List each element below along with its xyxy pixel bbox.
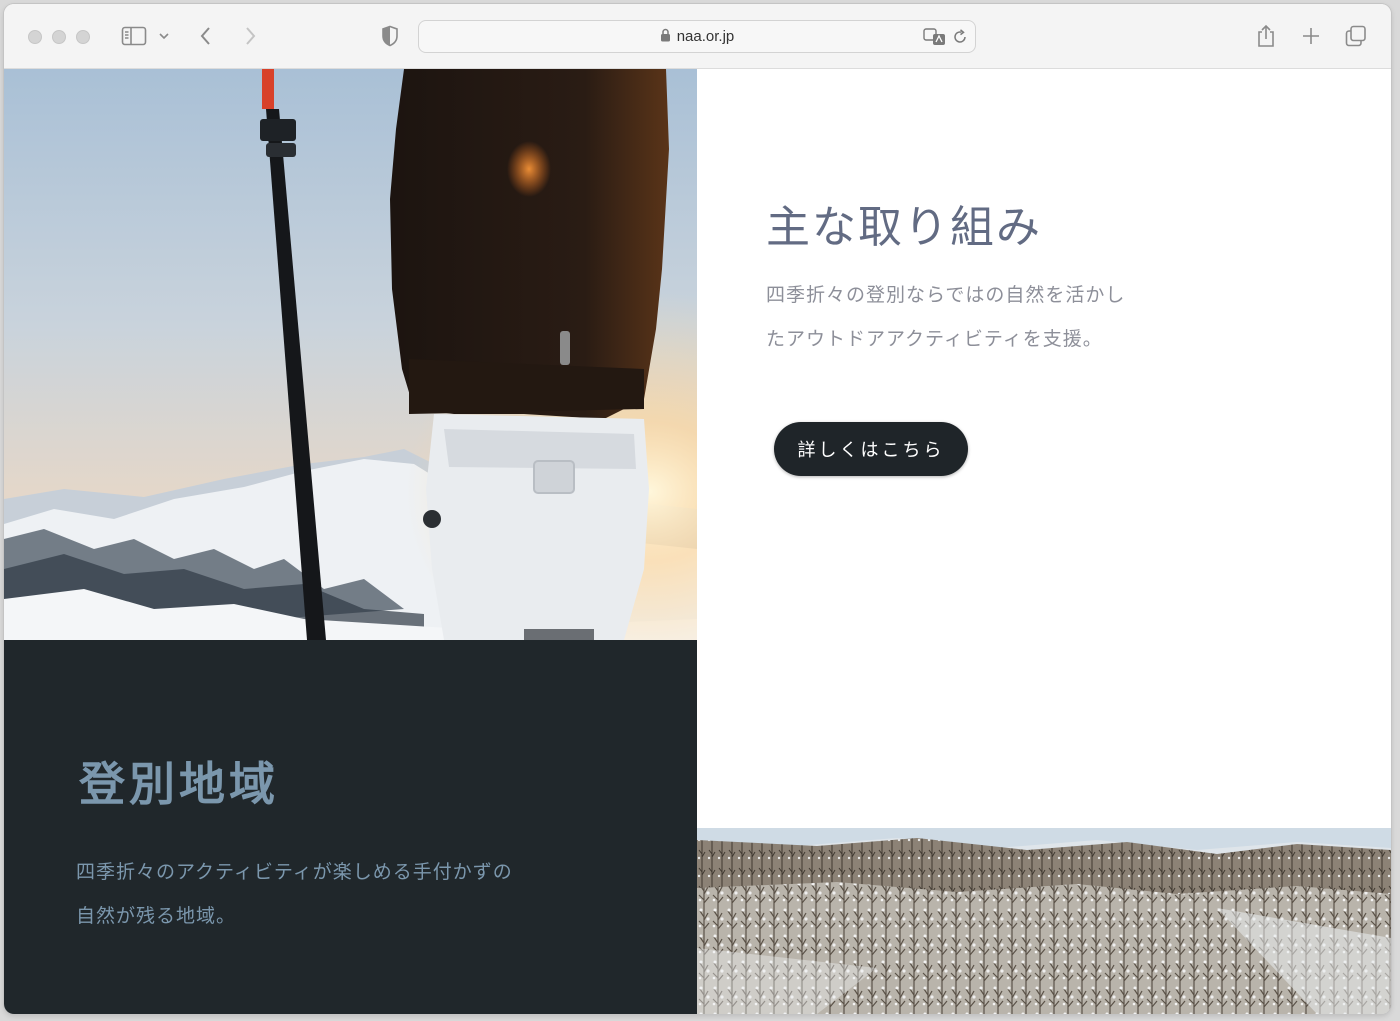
initiatives-title: 主な取り組み (766, 202, 1042, 253)
browser-toolbar: naa.or.jp (4, 4, 1391, 69)
region-desc-line1: 四季折々のアクティビティが楽しめる手付かずの (76, 861, 513, 883)
region-title: 登別地域 (79, 757, 279, 811)
plus-icon[interactable] (1299, 24, 1323, 48)
learn-more-button[interactable]: 詳しくはこちら (774, 422, 968, 476)
hero-hiker-image (4, 69, 697, 640)
url-text: naa.or.jp (676, 28, 735, 45)
lock-icon (660, 27, 671, 46)
tabs-overview-icon[interactable] (1344, 24, 1368, 48)
chevron-down-icon[interactable] (156, 28, 172, 44)
initiatives-desc-line2: たアウトドアアクティビティを支援。 (766, 328, 1103, 350)
reload-icon[interactable] (950, 27, 970, 47)
share-icon[interactable] (1254, 22, 1278, 50)
browser-window: naa.or.jp 主な取り組み 四季折々の登別ならではの自然を活かし たアウト… (4, 4, 1391, 1014)
region-description: 四季折々のアクティビティが楽しめる手付かずの 自然が残る地域。 (76, 850, 636, 938)
initiatives-description: 四季折々の登別ならではの自然を活かし たアウトドアアクティビティを支援。 (766, 273, 1286, 361)
shield-icon[interactable] (378, 24, 402, 48)
chevron-right-icon[interactable] (238, 24, 262, 48)
page-content: 主な取り組み 四季折々の登別ならではの自然を活かし たアウトドアアクティビティを… (4, 69, 1391, 1014)
address-bar[interactable]: naa.or.jp (418, 20, 976, 53)
translate-icon[interactable] (922, 26, 948, 48)
close-window-button[interactable] (28, 30, 42, 44)
snowy-forest-image (697, 828, 1391, 1014)
sidebar-icon[interactable] (120, 24, 148, 48)
zoom-window-button[interactable] (76, 30, 90, 44)
region-section: 登別地域 四季折々のアクティビティが楽しめる手付かずの 自然が残る地域。 (4, 640, 697, 1014)
minimize-window-button[interactable] (52, 30, 66, 44)
chevron-left-icon[interactable] (194, 24, 218, 48)
initiatives-section: 主な取り組み 四季折々の登別ならではの自然を活かし たアウトドアアクティビティを… (697, 69, 1391, 828)
address-bar-content: naa.or.jp (419, 21, 975, 52)
initiatives-desc-line1: 四季折々の登別ならではの自然を活かし (766, 284, 1126, 306)
region-desc-line2: 自然が残る地域。 (76, 905, 237, 927)
